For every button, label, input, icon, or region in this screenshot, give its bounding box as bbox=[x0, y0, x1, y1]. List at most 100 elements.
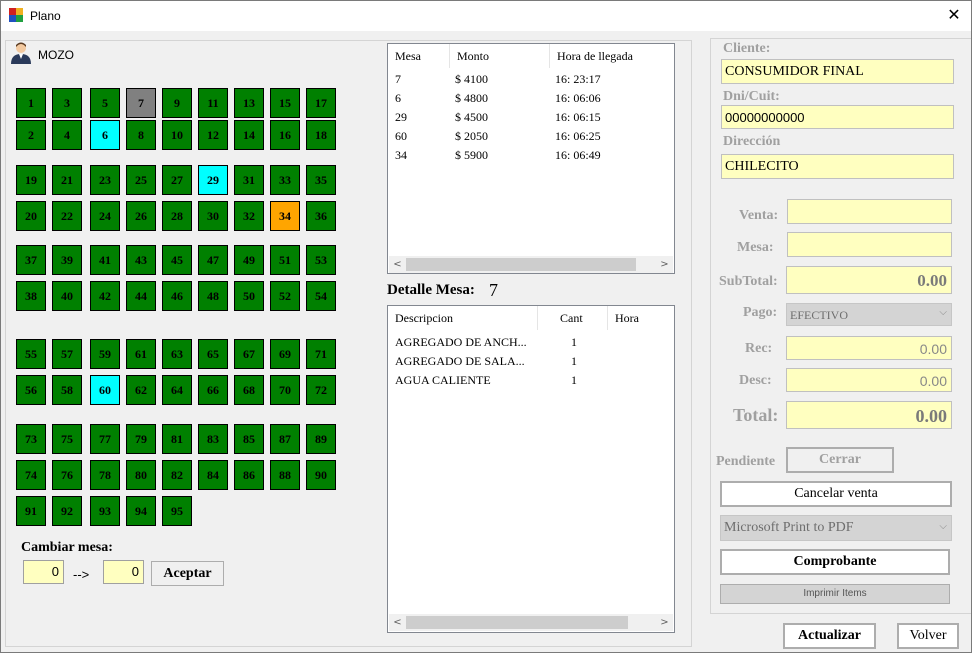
table-button-22[interactable]: 22 bbox=[52, 201, 82, 231]
print-items-button[interactable]: Imprimir Items bbox=[720, 584, 950, 604]
table-button-16[interactable]: 16 bbox=[270, 120, 300, 150]
scroll-right-icon[interactable]: > bbox=[656, 256, 673, 273]
table-row[interactable]: 60 $ 2050 16: 06:25 bbox=[388, 129, 672, 147]
table-button-72[interactable]: 72 bbox=[306, 375, 336, 405]
table-button-45[interactable]: 45 bbox=[162, 245, 192, 275]
table-row[interactable]: 7 $ 4100 16: 23:17 bbox=[388, 72, 672, 90]
table-button-27[interactable]: 27 bbox=[162, 165, 192, 195]
column-header-mesa[interactable]: Mesa bbox=[388, 44, 450, 68]
table-button-32[interactable]: 32 bbox=[234, 201, 264, 231]
table-button-3[interactable]: 3 bbox=[52, 88, 82, 118]
table-button-70[interactable]: 70 bbox=[270, 375, 300, 405]
table-button-86[interactable]: 86 bbox=[234, 460, 264, 490]
table-button-44[interactable]: 44 bbox=[126, 281, 156, 311]
table-button-91[interactable]: 91 bbox=[16, 496, 46, 526]
table-button-95[interactable]: 95 bbox=[162, 496, 192, 526]
dni-field[interactable]: 00000000000 bbox=[721, 105, 954, 129]
table-button-87[interactable]: 87 bbox=[270, 424, 300, 454]
horizontal-scrollbar[interactable]: < > bbox=[389, 614, 673, 631]
table-button-19[interactable]: 19 bbox=[16, 165, 46, 195]
client-field[interactable]: CONSUMIDOR FINAL bbox=[721, 59, 954, 84]
table-button-75[interactable]: 75 bbox=[52, 424, 82, 454]
table-button-11[interactable]: 11 bbox=[198, 88, 228, 118]
table-button-51[interactable]: 51 bbox=[270, 245, 300, 275]
table-button-49[interactable]: 49 bbox=[234, 245, 264, 275]
table-button-59[interactable]: 59 bbox=[90, 339, 120, 369]
table-button-56[interactable]: 56 bbox=[16, 375, 46, 405]
table-button-85[interactable]: 85 bbox=[234, 424, 264, 454]
table-button-29[interactable]: 29 bbox=[198, 165, 228, 195]
table-button-9[interactable]: 9 bbox=[162, 88, 192, 118]
table-button-77[interactable]: 77 bbox=[90, 424, 120, 454]
column-header-monto[interactable]: Monto bbox=[450, 44, 550, 68]
table-button-48[interactable]: 48 bbox=[198, 281, 228, 311]
table-button-60[interactable]: 60 bbox=[90, 375, 120, 405]
surcharge-field[interactable]: 0.00 bbox=[786, 336, 952, 360]
table-button-79[interactable]: 79 bbox=[126, 424, 156, 454]
sale-field[interactable] bbox=[787, 199, 952, 224]
table-button-57[interactable]: 57 bbox=[52, 339, 82, 369]
table-button-64[interactable]: 64 bbox=[162, 375, 192, 405]
table-button-36[interactable]: 36 bbox=[306, 201, 336, 231]
table-button-94[interactable]: 94 bbox=[126, 496, 156, 526]
table-button-74[interactable]: 74 bbox=[16, 460, 46, 490]
scrollbar-thumb[interactable] bbox=[406, 258, 636, 271]
close-icon[interactable]: ✕ bbox=[942, 4, 966, 26]
table-button-54[interactable]: 54 bbox=[306, 281, 336, 311]
table-button-61[interactable]: 61 bbox=[126, 339, 156, 369]
scroll-left-icon[interactable]: < bbox=[389, 614, 406, 631]
table-button-82[interactable]: 82 bbox=[162, 460, 192, 490]
column-header-hora[interactable]: Hora de llegada bbox=[550, 44, 674, 68]
change-to-input[interactable]: 0 bbox=[103, 560, 144, 584]
table-button-67[interactable]: 67 bbox=[234, 339, 264, 369]
refresh-button[interactable]: Actualizar bbox=[783, 623, 876, 649]
receipt-button[interactable]: Comprobante bbox=[720, 549, 950, 575]
table-button-21[interactable]: 21 bbox=[52, 165, 82, 195]
column-header-hora[interactable]: Hora bbox=[608, 306, 674, 330]
table-button-83[interactable]: 83 bbox=[198, 424, 228, 454]
address-field[interactable]: CHILECITO bbox=[721, 154, 954, 179]
table-row[interactable]: 29 $ 4500 16: 06:15 bbox=[388, 110, 672, 128]
table-row[interactable]: AGUA CALIENTE 1 bbox=[388, 373, 672, 391]
table-button-23[interactable]: 23 bbox=[90, 165, 120, 195]
table-row[interactable]: 6 $ 4800 16: 06:06 bbox=[388, 91, 672, 109]
table-row[interactable]: 34 $ 5900 16: 06:49 bbox=[388, 148, 672, 166]
printer-select[interactable]: Microsoft Print to PDF ⌵ bbox=[720, 515, 952, 541]
table-button-92[interactable]: 92 bbox=[52, 496, 82, 526]
table-button-52[interactable]: 52 bbox=[270, 281, 300, 311]
table-button-80[interactable]: 80 bbox=[126, 460, 156, 490]
table-button-8[interactable]: 8 bbox=[126, 120, 156, 150]
table-button-53[interactable]: 53 bbox=[306, 245, 336, 275]
table-button-18[interactable]: 18 bbox=[306, 120, 336, 150]
table-button-46[interactable]: 46 bbox=[162, 281, 192, 311]
table-button-41[interactable]: 41 bbox=[90, 245, 120, 275]
table-button-5[interactable]: 5 bbox=[90, 88, 120, 118]
back-button[interactable]: Volver bbox=[897, 623, 959, 649]
table-button-34[interactable]: 34 bbox=[270, 201, 300, 231]
table-button-7[interactable]: 7 bbox=[126, 88, 156, 118]
table-button-78[interactable]: 78 bbox=[90, 460, 120, 490]
table-button-47[interactable]: 47 bbox=[198, 245, 228, 275]
table-button-62[interactable]: 62 bbox=[126, 375, 156, 405]
table-button-20[interactable]: 20 bbox=[16, 201, 46, 231]
table-button-58[interactable]: 58 bbox=[52, 375, 82, 405]
table-button-14[interactable]: 14 bbox=[234, 120, 264, 150]
table-button-35[interactable]: 35 bbox=[306, 165, 336, 195]
scroll-right-icon[interactable]: > bbox=[656, 614, 673, 631]
table-button-63[interactable]: 63 bbox=[162, 339, 192, 369]
table-button-1[interactable]: 1 bbox=[16, 88, 46, 118]
table-button-69[interactable]: 69 bbox=[270, 339, 300, 369]
table-button-25[interactable]: 25 bbox=[126, 165, 156, 195]
table-button-88[interactable]: 88 bbox=[270, 460, 300, 490]
table-button-10[interactable]: 10 bbox=[162, 120, 192, 150]
table-button-4[interactable]: 4 bbox=[52, 120, 82, 150]
table-button-13[interactable]: 13 bbox=[234, 88, 264, 118]
table-button-42[interactable]: 42 bbox=[90, 281, 120, 311]
table-button-26[interactable]: 26 bbox=[126, 201, 156, 231]
close-sale-button[interactable]: Cerrar bbox=[786, 447, 894, 473]
scrollbar-thumb[interactable] bbox=[406, 616, 628, 629]
table-button-17[interactable]: 17 bbox=[306, 88, 336, 118]
payment-select[interactable]: EFECTIVO ⌵ bbox=[786, 303, 952, 326]
scroll-left-icon[interactable]: < bbox=[389, 256, 406, 273]
table-button-89[interactable]: 89 bbox=[306, 424, 336, 454]
